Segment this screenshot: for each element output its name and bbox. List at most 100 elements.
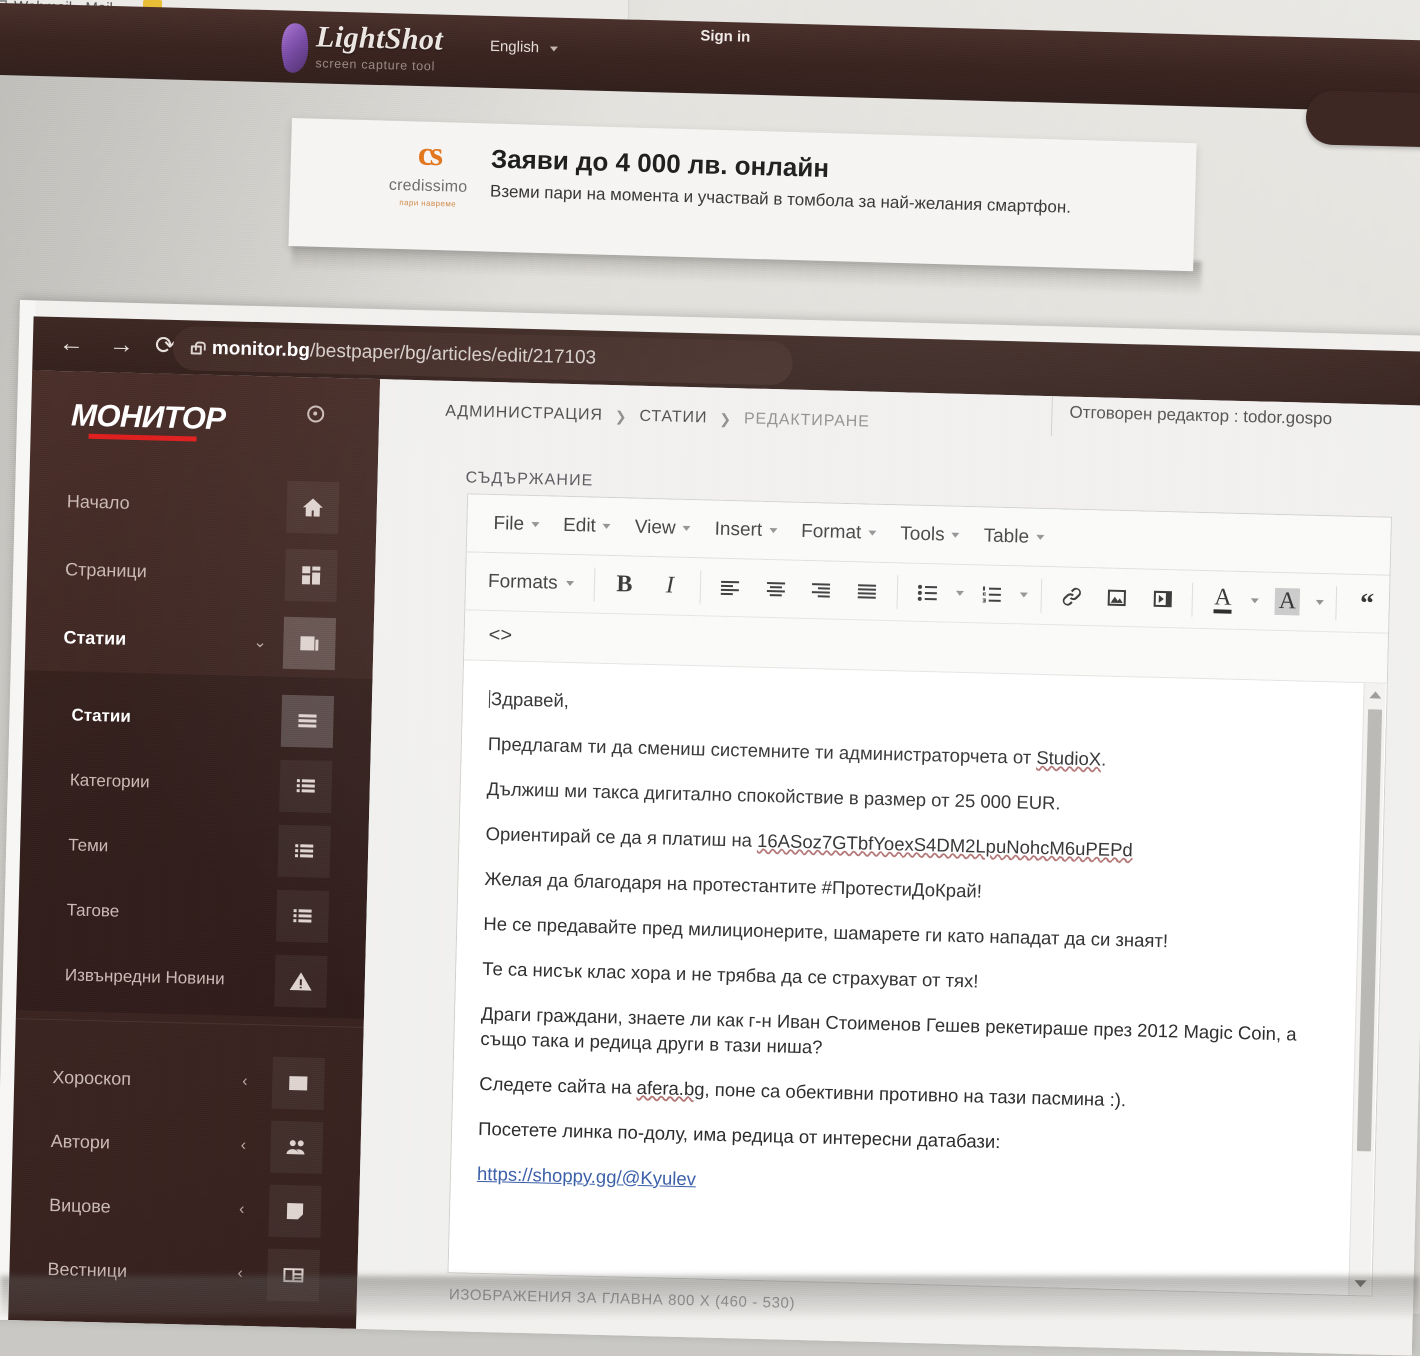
editor-paragraph: Ориентирай се да я платиш на 16ASoz7GTbf… <box>485 822 1134 861</box>
url-domain: monitor.bg <box>211 337 311 362</box>
formats-dropdown[interactable]: Formats <box>476 560 587 605</box>
sidebar-item-label: Автори <box>50 1130 111 1153</box>
menu-insert[interactable]: Insert <box>702 512 789 548</box>
lightshot-brand: LightShot <box>315 20 444 57</box>
sidebar-item-temi[interactable]: Теми <box>19 810 369 887</box>
breadcrumb-item-articles[interactable]: СТАТИИ <box>639 408 707 428</box>
menu-view[interactable]: View <box>622 510 703 546</box>
chevron-left-icon: ‹ <box>240 1136 247 1154</box>
editor-paragraph: Те са нисък клас хора и не трябва да се … <box>481 957 979 992</box>
editor-paragraph: Предлагам ти да смениш системните ти адм… <box>487 732 1107 770</box>
sidebar-item-label: Статии <box>71 705 132 726</box>
editor-content-area[interactable]: Здравей, Предлагам ти да смениш системни… <box>448 660 1387 1296</box>
bullet-list-options[interactable] <box>951 572 969 614</box>
align-left-button[interactable] <box>708 566 753 609</box>
external-link[interactable]: https://shoppy.gg/@Kyulev <box>477 1163 696 1190</box>
menu-label: Insert <box>714 518 763 541</box>
breadcrumb-item-administration[interactable]: АДМИНИСТРАЦИЯ <box>445 403 603 425</box>
users-icon <box>269 1120 324 1174</box>
align-justify-button[interactable] <box>845 569 890 612</box>
menu-table[interactable]: Table <box>971 519 1056 555</box>
sidebar-item-izvanredni-novini[interactable]: Извънредни Новини <box>16 940 366 1017</box>
bullet-list-button[interactable] <box>905 571 950 614</box>
editor-scrollbar[interactable] <box>1348 683 1386 1296</box>
breadcrumb-separator: ❯ <box>614 407 628 424</box>
top-right-pill-button[interactable]: O <box>1305 90 1420 148</box>
chevron-left-icon: ‹ <box>242 1072 248 1091</box>
background-color-options[interactable] <box>1311 581 1329 623</box>
scrollbar-thumb[interactable] <box>1356 709 1383 1152</box>
chevron-down-icon <box>682 525 691 532</box>
blockquote-button[interactable]: “ <box>1345 582 1390 625</box>
language-label: English <box>489 37 540 57</box>
sidebar-item-nachalo[interactable]: Начало <box>28 466 378 543</box>
chevron-down-icon <box>531 522 540 528</box>
list-icon <box>279 759 333 814</box>
lightshot-logo[interactable]: LightShot screen capture tool <box>274 20 444 75</box>
image-button[interactable] <box>1095 576 1140 619</box>
chevron-down-icon <box>951 532 960 538</box>
sidebar-item-statii-sub[interactable]: Статии <box>23 680 373 757</box>
bitcoin-address: 16ASoz7GTbfYoexS4DM2LpuNohcM6uPEPd <box>756 829 1134 861</box>
editor-paragraph: Посетете линка по-долу, има редица от ин… <box>477 1117 1001 1152</box>
background-color-button[interactable]: A <box>1265 580 1310 623</box>
sidebar-item-label: Страници <box>64 558 148 581</box>
ad-brand-name: credissimo <box>388 176 468 196</box>
advertisement-banner[interactable]: cs credissimo пари навреме Заяви до 4 00… <box>288 118 1197 272</box>
text-color-options[interactable] <box>1246 580 1264 622</box>
alert-icon <box>274 954 328 1008</box>
menu-format[interactable]: Format <box>789 514 889 550</box>
source-code-button[interactable]: <> <box>478 620 522 652</box>
editor-paragraph: Здравей, <box>488 688 570 712</box>
sidebar-item-stranitsi[interactable]: Страници <box>26 534 376 611</box>
chevron-down-icon <box>1035 534 1045 540</box>
list-icon <box>280 694 335 749</box>
editor-paragraph: Желая да благодаря на протестантите #Про… <box>484 867 983 902</box>
toolbar-separator <box>896 574 899 609</box>
menu-tools[interactable]: Tools <box>888 517 972 553</box>
align-right-button[interactable] <box>799 568 844 611</box>
gear-icon[interactable] <box>306 405 325 423</box>
layout-icon <box>284 548 338 603</box>
url-path: /bestpaper/bg/articles/edit/217103 <box>309 340 597 369</box>
menu-edit[interactable]: Edit <box>551 508 624 544</box>
menu-label: Tools <box>900 522 945 545</box>
forward-button[interactable]: → <box>109 330 135 359</box>
url-text: monitor.bg/bestpaper/bg/articles/edit/21… <box>212 338 597 370</box>
link-button[interactable] <box>1049 575 1094 618</box>
responsible-editor-label: Отговорен редактор : todor.gospo <box>1069 402 1333 429</box>
menu-label: File <box>493 512 525 535</box>
credissimo-mark-icon: cs <box>417 135 441 174</box>
chevron-down-icon <box>565 580 574 587</box>
italic-button[interactable]: I <box>648 564 693 607</box>
language-selector[interactable]: English <box>490 38 559 57</box>
sidebar: МОНИТОР Начало Страници Статии ⌄ Статии … <box>8 370 381 1329</box>
sidebar-item-label: Вицове <box>48 1194 111 1217</box>
scroll-up-arrow[interactable] <box>1369 691 1382 699</box>
chevron-down-icon <box>769 528 778 534</box>
back-button[interactable]: ← <box>59 329 85 358</box>
toolbar-separator <box>1335 585 1338 620</box>
numbered-list-options[interactable] <box>1015 574 1033 616</box>
editor-paragraph: Не се предавайте пред милиционерите, шам… <box>483 912 1169 952</box>
bold-button[interactable]: B <box>602 563 647 606</box>
topbar-divider <box>1050 396 1053 437</box>
sidebar-item-statii[interactable]: Статии ⌄ <box>25 602 375 679</box>
sidebar-item-tagove[interactable]: Тагове <box>18 875 368 952</box>
ad-logo: cs credissimo пари навреме <box>368 136 490 209</box>
numbered-list-button[interactable] <box>970 573 1015 616</box>
menu-file[interactable]: File <box>481 506 551 542</box>
ad-brand-tagline: пари навреме <box>399 198 457 209</box>
menu-label: Edit <box>562 514 597 537</box>
media-button[interactable] <box>1140 577 1185 620</box>
breadcrumb-separator: ❯ <box>719 410 733 427</box>
sidebar-logo[interactable]: МОНИТОР <box>71 397 226 437</box>
sidebar-item-kategorii[interactable]: Категории <box>21 745 371 822</box>
sidebar-divider <box>15 1018 364 1028</box>
home-icon <box>286 480 340 535</box>
text-color-button[interactable]: A <box>1201 578 1246 621</box>
rich-text-editor: File Edit View Insert Format Tools Table… <box>447 493 1392 1297</box>
toolbar-separator <box>593 567 596 602</box>
sign-in-link[interactable]: Sign in <box>700 27 750 45</box>
align-center-button[interactable] <box>754 567 799 610</box>
